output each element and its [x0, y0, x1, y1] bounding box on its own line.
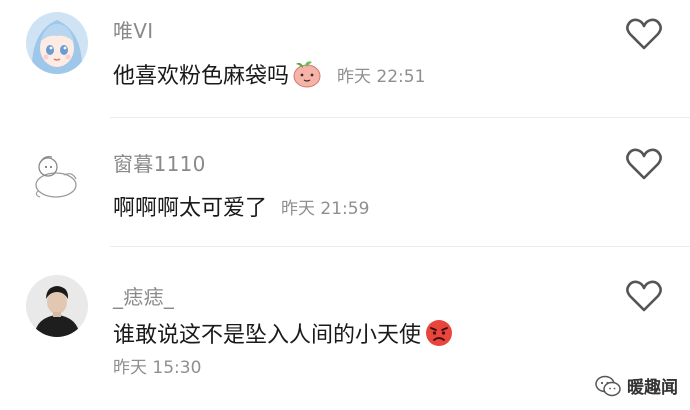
comment-item: _痣痣_ 谁敢说这不是坠入人间的小天使 昨天 15:30: [0, 247, 690, 410]
sketch-character-avatar-icon: [26, 145, 88, 207]
anime-girl-avatar-icon: [26, 12, 88, 74]
comment-item: 唯VI 他喜欢粉色麻袋吗 昨天 22:51: [0, 0, 690, 117]
angry-face-emoji-icon: [426, 320, 453, 346]
comment-list: 唯VI 他喜欢粉色麻袋吗 昨天 22:51 窗暮1110 啊啊啊太可爱了 昨天 …: [0, 0, 690, 410]
username[interactable]: _痣痣_: [113, 281, 174, 310]
like-heart-icon[interactable]: [625, 279, 663, 313]
comment-time: 昨天 15:30: [113, 358, 202, 378]
comment-text: 他喜欢粉色麻袋吗: [113, 64, 290, 89]
avatar[interactable]: [26, 145, 88, 207]
like-heart-icon[interactable]: [625, 147, 663, 181]
comment-body: 谁敢说这不是坠入人间的小天使: [113, 317, 455, 349]
watermark-label: 暖趣闻: [627, 378, 678, 398]
username[interactable]: 唯VI: [113, 15, 153, 44]
comment-time: 昨天 22:51: [337, 66, 426, 87]
avatar[interactable]: [26, 275, 88, 337]
peach-emoji-icon: [293, 61, 321, 88]
comment-text: 啊啊啊太可爱了: [113, 196, 268, 221]
comment-time: 昨天 21:59: [281, 198, 370, 219]
wechat-icon: [595, 375, 621, 396]
username[interactable]: 窗暮1110: [113, 148, 206, 177]
comment-body: 他喜欢粉色麻袋吗 昨天 22:51: [113, 58, 425, 90]
comment-body: 啊啊啊太可爱了 昨天 21:59: [113, 190, 369, 222]
comment-item: 窗暮1110 啊啊啊太可爱了 昨天 21:59: [0, 118, 690, 246]
like-heart-icon[interactable]: [625, 17, 663, 51]
avatar[interactable]: [26, 12, 88, 74]
person-photo-avatar-icon: [26, 275, 88, 337]
comment-text: 谁敢说这不是坠入人间的小天使: [113, 323, 422, 348]
watermark: 暖趣闻: [595, 373, 678, 398]
